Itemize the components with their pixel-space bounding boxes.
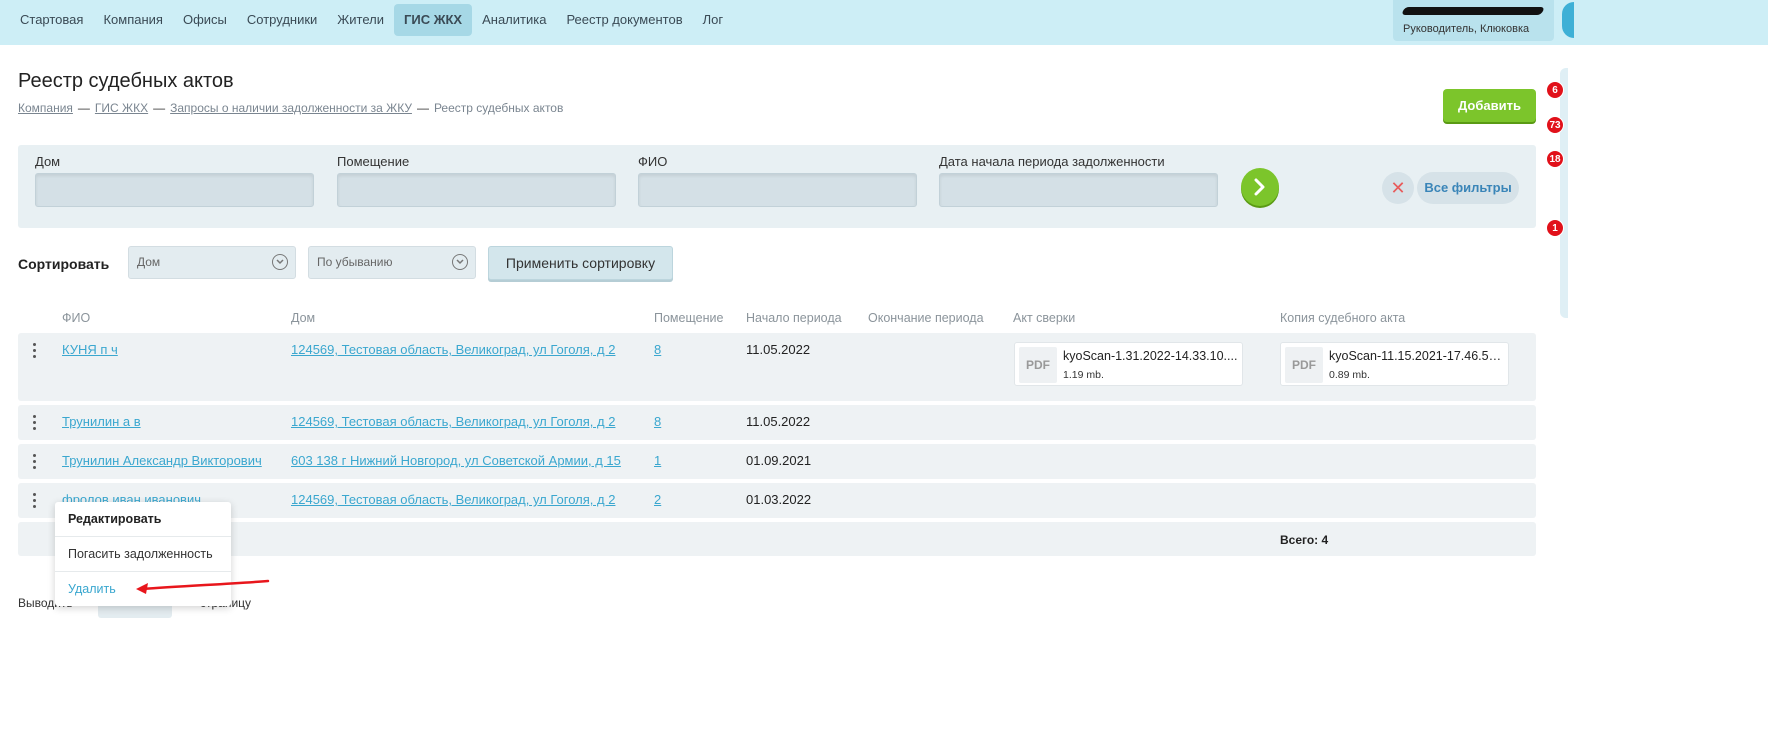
file-size: 1.19 mb. <box>1063 369 1104 381</box>
filter-house: Дом <box>35 154 314 207</box>
breadcrumb-separator: — <box>416 101 429 115</box>
cell-period-start: 01.03.2022 <box>746 492 812 507</box>
column-header-court-act-copy: Копия судебного акта <box>1280 311 1406 325</box>
chevron-right-icon <box>1254 178 1265 196</box>
total-count: Всего: 4 <box>1280 533 1329 547</box>
reconciliation-act-file[interactable]: PDF kyoScan-1.31.2022-14.33.10.... 1.19 … <box>1014 342 1243 386</box>
row-actions-icon[interactable] <box>33 454 37 470</box>
sort-field-value: Дом <box>137 255 161 269</box>
row-actions-icon[interactable] <box>33 343 37 359</box>
column-header-room: Помещение <box>654 311 724 325</box>
cell-house[interactable]: 603 138 г Нижний Новгород, ул Советской … <box>291 453 621 468</box>
cell-room[interactable]: 8 <box>654 414 661 429</box>
nav-item-residents[interactable]: Жители <box>327 4 394 36</box>
redacted-user-name <box>1401 7 1545 15</box>
column-header-fio: ФИО <box>62 311 91 325</box>
table-row: КУНЯ п ч 124569, Тестовая область, Велик… <box>18 333 1536 401</box>
filter-debt-start: Дата начала периода задолженности <box>939 154 1218 207</box>
filter-room-label: Помещение <box>337 154 410 169</box>
file-name: kyoScan-11.15.2021-17.46.53... <box>1329 349 1505 363</box>
table-row: фролов иван иванович 124569, Тестовая об… <box>18 483 1536 518</box>
pdf-icon: PDF <box>1285 347 1323 383</box>
avatar[interactable] <box>1562 2 1574 38</box>
row-actions-icon[interactable] <box>33 415 37 431</box>
side-panel[interactable] <box>1560 68 1568 318</box>
breadcrumb-gis[interactable]: ГИС ЖКХ <box>95 101 148 115</box>
all-filters-button[interactable]: Все фильтры <box>1417 172 1519 204</box>
nav-item-analytics[interactable]: Аналитика <box>472 4 556 36</box>
court-act-copy-file[interactable]: PDF kyoScan-11.15.2021-17.46.53... 0.89 … <box>1280 342 1509 386</box>
cell-period-start: 11.05.2022 <box>746 414 811 429</box>
sort-label: Сортировать <box>18 256 110 272</box>
cell-room[interactable]: 2 <box>654 492 661 507</box>
notification-badge[interactable]: 18 <box>1546 150 1564 168</box>
cell-house[interactable]: 124569, Тестовая область, Великоград, ул… <box>291 342 615 357</box>
fio-input[interactable] <box>638 173 917 207</box>
menu-item-edit[interactable]: Редактировать <box>55 502 231 536</box>
filter-house-label: Дом <box>35 154 61 169</box>
sort-order-value: По убыванию <box>317 255 393 269</box>
breadcrumb-debt-requests[interactable]: Запросы о наличии задолженности за ЖКУ <box>170 101 412 115</box>
add-button[interactable]: Добавить <box>1443 89 1536 122</box>
chevron-down-icon <box>452 254 468 270</box>
breadcrumb-separator: — <box>153 101 166 115</box>
house-input[interactable] <box>35 173 314 207</box>
filter-debt-start-label: Дата начала периода задолженности <box>939 154 1165 169</box>
table-row: Трунилин а в 124569, Тестовая область, В… <box>18 405 1536 440</box>
nav-item-employees[interactable]: Сотрудники <box>237 4 327 36</box>
notification-badge[interactable]: 6 <box>1546 81 1564 99</box>
breadcrumb: Компания — ГИС ЖКХ — Запросы о наличии з… <box>18 101 563 115</box>
close-icon: ✕ <box>1390 178 1406 198</box>
cell-room[interactable]: 1 <box>654 453 661 468</box>
column-header-house: Дом <box>291 311 316 325</box>
nav-item-documents-registry[interactable]: Реестр документов <box>556 4 692 36</box>
filter-fio-label: ФИО <box>638 154 668 169</box>
file-name: kyoScan-1.31.2022-14.33.10.... <box>1063 349 1238 363</box>
cell-house[interactable]: 124569, Тестовая область, Великоград, ул… <box>291 414 615 429</box>
cell-period-start: 01.09.2021 <box>746 453 812 468</box>
main-nav: Стартовая Компания Офисы Сотрудники Жите… <box>10 4 733 36</box>
nav-item-offices[interactable]: Офисы <box>173 4 237 36</box>
cell-house[interactable]: 124569, Тестовая область, Великоград, ул… <box>291 492 615 507</box>
chevron-down-icon <box>272 254 288 270</box>
sort-field-select[interactable]: Дом <box>128 246 296 279</box>
filter-fio: ФИО <box>638 154 917 207</box>
column-header-period-end: Окончание периода <box>868 311 984 325</box>
nav-item-log[interactable]: Лог <box>693 4 734 36</box>
notification-badge[interactable]: 73 <box>1546 116 1564 134</box>
cell-fio[interactable]: КУНЯ п ч <box>62 342 118 357</box>
file-size: 0.89 mb. <box>1329 369 1370 381</box>
filter-panel: Дом Помещение ФИО Дата начала периода за… <box>18 145 1536 228</box>
filter-room: Помещение <box>337 154 616 207</box>
user-role: Руководитель, Клюковка <box>1403 23 1530 35</box>
menu-item-repay-debt[interactable]: Погасить задолженность <box>55 536 231 570</box>
annotation-arrow-icon <box>136 579 270 594</box>
apply-filters-button[interactable] <box>1241 168 1279 206</box>
cell-period-start: 11.05.2022 <box>746 342 811 357</box>
page-title: Реестр судебных актов <box>18 70 234 92</box>
user-menu[interactable]: Руководитель, Клюковка <box>1393 0 1554 41</box>
nav-item-gis-zhkh[interactable]: ГИС ЖКХ <box>394 4 473 36</box>
pdf-icon: PDF <box>1019 347 1057 383</box>
row-actions-icon[interactable] <box>33 493 37 509</box>
notification-badge[interactable]: 1 <box>1546 219 1564 237</box>
breadcrumb-separator: — <box>77 101 90 115</box>
top-navbar: Стартовая Компания Офисы Сотрудники Жите… <box>0 0 1768 45</box>
nav-item-start[interactable]: Стартовая <box>10 4 93 36</box>
room-input[interactable] <box>337 173 616 207</box>
clear-filters-button[interactable]: ✕ <box>1382 172 1414 204</box>
cell-fio[interactable]: Трунилин а в <box>62 414 141 429</box>
debt-start-date-input[interactable] <box>939 173 1218 207</box>
column-header-period-start: Начало периода <box>746 311 842 325</box>
table-row: Трунилин Александр Викторович 603 138 г … <box>18 444 1536 479</box>
column-header-reconciliation-act: Акт сверки <box>1013 311 1076 325</box>
cell-fio[interactable]: Трунилин Александр Викторович <box>62 453 262 468</box>
breadcrumb-current: Реестр судебных актов <box>433 101 564 115</box>
cell-room[interactable]: 8 <box>654 342 661 357</box>
sort-order-select[interactable]: По убыванию <box>308 246 476 279</box>
breadcrumb-company[interactable]: Компания <box>18 101 73 115</box>
nav-item-company[interactable]: Компания <box>93 4 173 36</box>
apply-sort-button[interactable]: Применить сортировку <box>488 246 673 280</box>
